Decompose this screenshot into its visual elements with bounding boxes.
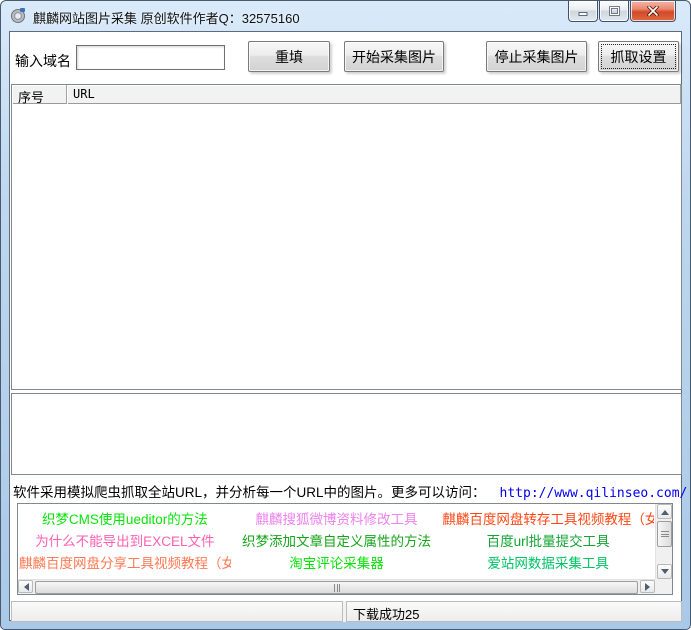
capture-settings-button[interactable]: 抓取设置 (598, 41, 679, 72)
listview-body[interactable] (12, 104, 681, 389)
arrow-left-icon (20, 582, 29, 591)
promo-link[interactable]: 爱站网数据采集工具 (442, 552, 654, 572)
info-text: 软件采用模拟爬虫抓取全站URL，并分析每一个URL中的图片。更多可以访问： (13, 485, 486, 500)
promo-link[interactable]: 百度url批量提交工具 (442, 530, 654, 550)
scrollbar-corner (655, 579, 672, 594)
url-listview: 序号 URL (11, 84, 682, 390)
client-area: 输入域名 重填 开始采集图片 停止采集图片 抓取设置 序号 URL 软件采用模拟… (9, 31, 687, 622)
vertical-scrollbar[interactable] (655, 504, 672, 579)
app-window: 麒麟网站图片采集 原创软件作者Q：32575160 输入域名 重填 开始采集图片… (0, 0, 691, 630)
column-header-index[interactable]: 序号 (12, 85, 67, 104)
statusbar: 下载成功25 (11, 601, 682, 622)
log-panel[interactable] (11, 393, 682, 475)
status-pane-left (11, 601, 343, 622)
website-link[interactable]: http://www.qilinseo.com/ (500, 486, 688, 501)
scroll-down-button[interactable] (657, 564, 672, 579)
close-button[interactable] (630, 1, 676, 22)
domain-label: 输入域名 (15, 53, 71, 69)
window-title: 麒麟网站图片采集 原创软件作者Q：32575160 (33, 11, 300, 26)
promo-link[interactable]: 麒麟百度网盘分享工具视频教程（女声） (19, 552, 231, 572)
titlebar[interactable]: 麒麟网站图片采集 原创软件作者Q：32575160 (1, 1, 690, 31)
promo-link[interactable]: 关键词排名查询工具 (442, 574, 654, 578)
arrow-right-icon (644, 582, 654, 591)
close-icon (647, 6, 659, 16)
column-header-url[interactable]: URL (67, 85, 681, 104)
promo-link[interactable]: 百度url采集器 (231, 574, 443, 578)
domain-input[interactable] (76, 45, 225, 70)
promo-link[interactable]: 谈谈搜狐微博做1分钟快速排名的方法 (19, 574, 231, 578)
promo-link[interactable]: 为什么不能导出到EXCEL文件 (19, 530, 231, 550)
window-controls (567, 1, 676, 22)
horizontal-scroll-thumb[interactable] (35, 581, 638, 594)
horizontal-scrollbar[interactable] (18, 579, 655, 594)
thumb-grip-icon (660, 531, 669, 537)
maximize-icon (608, 6, 620, 16)
arrow-up-icon (660, 506, 669, 515)
app-icon (10, 7, 27, 24)
promo-links-listbox: 织梦CMS使用ueditor的方法 麒麟搜狐微博资料修改工具 麒麟百度网盘转存工… (17, 503, 673, 595)
scroll-up-button[interactable] (657, 504, 672, 519)
refill-button[interactable]: 重填 (248, 41, 330, 72)
start-collect-button[interactable]: 开始采集图片 (344, 41, 444, 72)
status-pane-right: 下载成功25 (346, 601, 682, 622)
maximize-button[interactable] (599, 1, 629, 22)
promo-link[interactable]: 麒麟百度网盘转存工具视频教程（女声） (442, 508, 654, 528)
vertical-scroll-thumb[interactable] (657, 521, 672, 547)
arrow-down-icon (660, 568, 669, 578)
scroll-right-button[interactable] (640, 580, 655, 593)
promo-link[interactable]: 麒麟搜狐微博资料修改工具 (231, 508, 443, 528)
listview-header: 序号 URL (12, 85, 681, 104)
scroll-left-button[interactable] (18, 580, 33, 593)
promo-link[interactable]: 淘宝评论采集器 (231, 552, 443, 572)
promo-link[interactable]: 织梦CMS使用ueditor的方法 (19, 508, 231, 528)
thumb-grip-icon (333, 583, 340, 592)
stop-collect-button[interactable]: 停止采集图片 (486, 41, 587, 72)
promo-links-grid: 织梦CMS使用ueditor的方法 麒麟搜狐微博资料修改工具 麒麟百度网盘转存工… (19, 505, 654, 578)
minimize-button[interactable] (568, 1, 598, 22)
info-line: 软件采用模拟爬虫抓取全站URL，并分析每一个URL中的图片。更多可以访问： htt… (13, 481, 687, 501)
promo-link[interactable]: 织梦添加文章自定义属性的方法 (231, 530, 443, 550)
minimize-icon (578, 11, 587, 16)
